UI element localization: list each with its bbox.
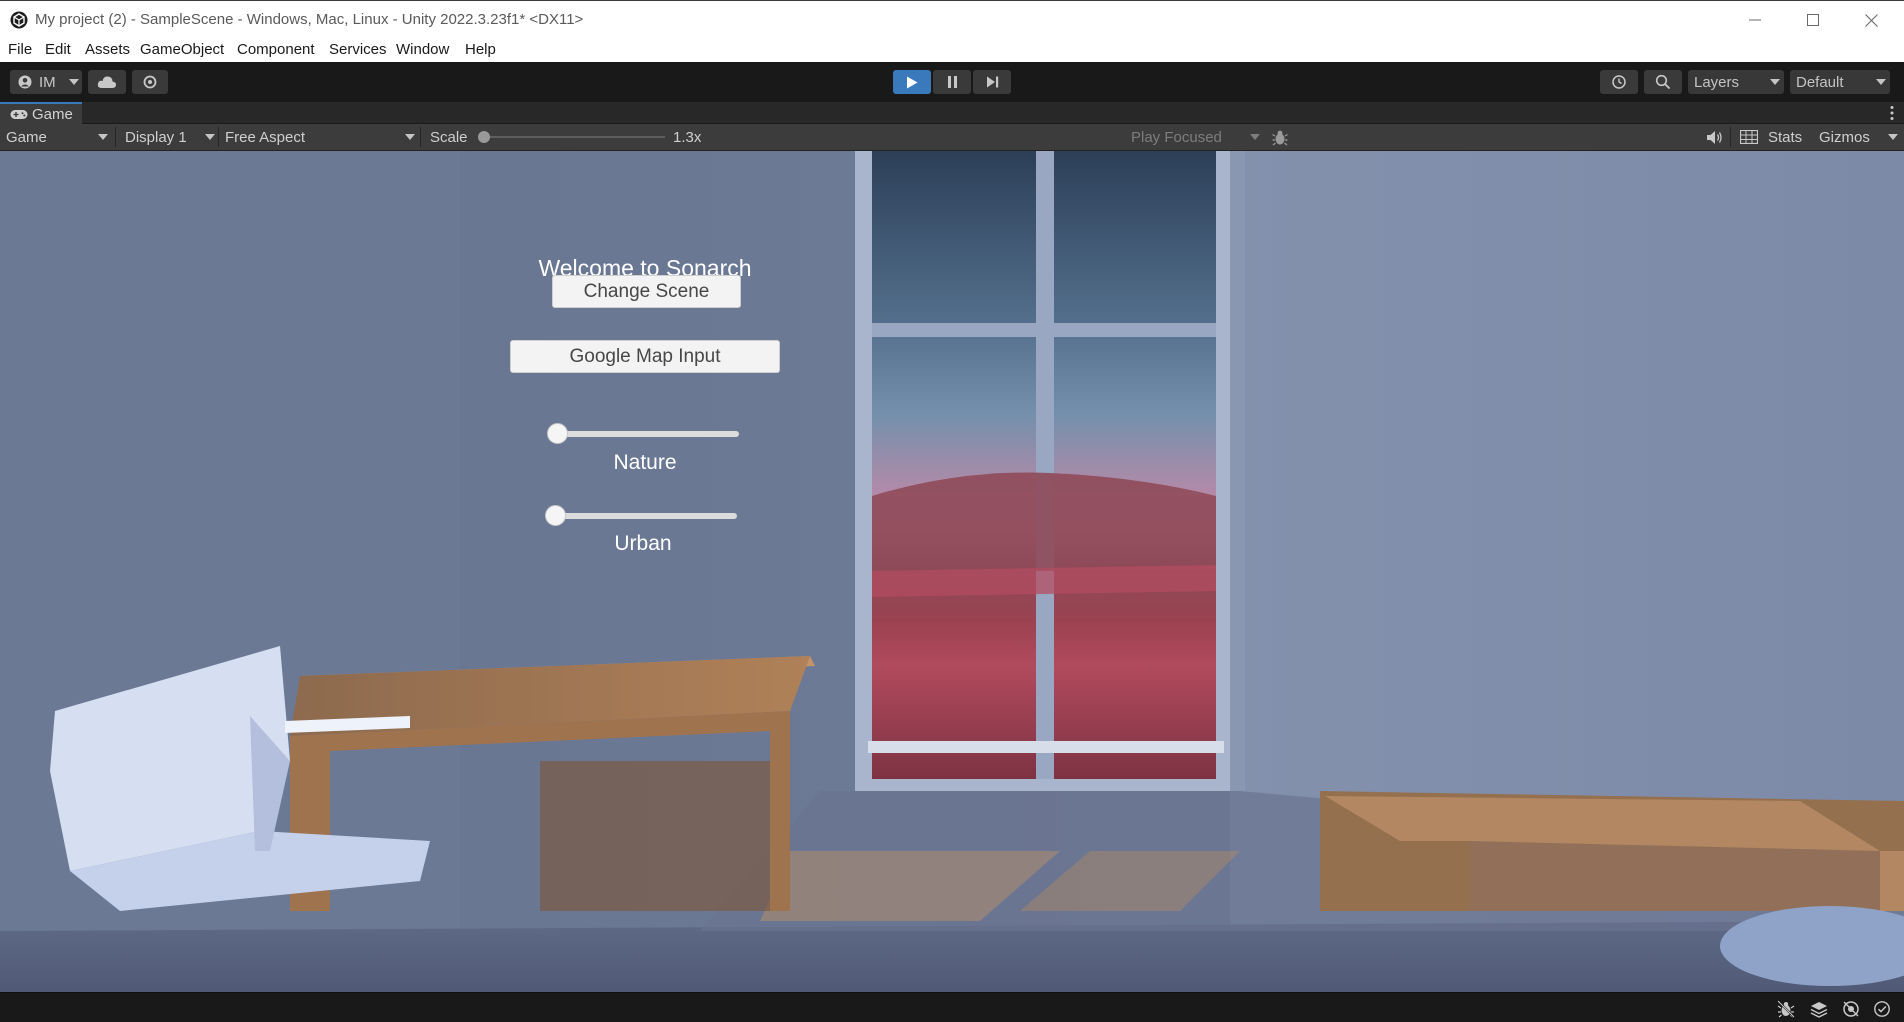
separator (218, 127, 219, 147)
maximize-icon (1807, 14, 1819, 26)
status-bar (0, 992, 1904, 1022)
tab-bar: Game (0, 102, 1904, 124)
slider-handle[interactable] (545, 505, 566, 526)
layers-stack-icon[interactable] (1810, 1000, 1828, 1018)
layers-label: Layers (1694, 73, 1740, 91)
scale-slider-handle[interactable] (478, 131, 490, 143)
account-icon (18, 75, 32, 89)
search-button[interactable] (1644, 70, 1682, 94)
view-mode-dropdown[interactable]: Game (6, 124, 112, 150)
slider-track (549, 513, 737, 519)
urban-slider-label: Urban (614, 532, 672, 555)
close-icon (1864, 13, 1878, 27)
cloud-button[interactable] (88, 70, 126, 94)
google-map-input-button[interactable]: Google Map Input (510, 340, 780, 373)
window-title: My project (2) - SampleScene - Windows, … (35, 11, 584, 28)
play-mode-label: Play Focused (1131, 128, 1222, 146)
nature-slider[interactable] (547, 423, 739, 445)
menu-bar: File Edit Assets GameObject Component Se… (0, 38, 1904, 62)
menu-help[interactable]: Help (465, 41, 496, 58)
window-title-bar[interactable]: My project (2) - SampleScene - Windows, … (0, 0, 1904, 38)
room-scene-render (0, 151, 1904, 992)
play-icon (907, 76, 918, 88)
play-button[interactable] (893, 70, 931, 94)
debug-bug-icon[interactable] (1777, 1000, 1795, 1018)
search-icon (1655, 74, 1671, 90)
account-dropdown[interactable]: IM (10, 70, 82, 94)
minimize-button[interactable] (1726, 1, 1784, 39)
menu-component[interactable]: Component (237, 41, 315, 58)
display-dropdown[interactable]: Display 1 (125, 124, 215, 150)
tab-game-label: Game (32, 105, 73, 123)
slider-track (551, 431, 739, 437)
undo-history-button[interactable] (1600, 70, 1638, 94)
menu-services[interactable]: Services (329, 41, 387, 58)
close-button[interactable] (1842, 1, 1900, 39)
menu-gameobject[interactable]: GameObject (140, 41, 224, 58)
main-toolbar: IM Layers Default (0, 62, 1904, 102)
shortcuts-grid-icon[interactable] (1740, 130, 1758, 144)
chevron-down-icon (69, 79, 79, 85)
menu-file[interactable]: File (8, 41, 32, 58)
scale-slider-track[interactable] (480, 136, 665, 138)
pause-icon (947, 76, 957, 88)
mute-audio-icon[interactable] (1706, 130, 1723, 145)
aspect-label: Free Aspect (225, 128, 306, 146)
nature-slider-label: Nature (613, 451, 677, 474)
menu-assets[interactable]: Assets (85, 41, 130, 58)
pause-button[interactable] (933, 70, 971, 94)
play-mode-dropdown[interactable]: Play Focused (1131, 124, 1261, 150)
unity-logo-icon (10, 11, 28, 29)
separator (1730, 127, 1731, 147)
aspect-dropdown[interactable]: Free Aspect (225, 124, 417, 150)
menu-edit[interactable]: Edit (45, 41, 71, 58)
scale-label: Scale (430, 128, 468, 146)
cache-server-icon[interactable] (1842, 1000, 1860, 1018)
cloud-icon (97, 76, 117, 88)
history-icon (1612, 75, 1626, 89)
bug-icon[interactable] (1272, 129, 1288, 146)
stats-button[interactable]: Stats (1768, 124, 1802, 150)
layout-dropdown[interactable]: Default (1790, 70, 1890, 94)
chevron-down-icon (1876, 79, 1886, 85)
display-label: Display 1 (125, 128, 187, 146)
gear-icon (143, 75, 157, 89)
chevron-down-icon (98, 134, 108, 140)
layers-dropdown[interactable]: Layers (1688, 70, 1784, 94)
chevron-down-icon (1250, 134, 1260, 140)
scale-value: 1.3x (673, 128, 702, 146)
account-label: IM (39, 73, 56, 91)
chevron-down-icon (1770, 79, 1780, 85)
view-mode-label: Game (6, 128, 47, 146)
services-button[interactable] (132, 70, 168, 94)
change-scene-button[interactable]: Change Scene (552, 275, 741, 308)
more-options-icon[interactable] (1890, 105, 1894, 121)
chevron-down-icon (205, 134, 215, 140)
urban-slider[interactable] (545, 505, 737, 527)
tab-game[interactable]: Game (0, 102, 82, 124)
minimize-icon (1749, 19, 1761, 21)
chevron-down-icon (1888, 134, 1898, 140)
game-viewport[interactable]: Welcome to Sonarch Change Scene Google M… (0, 151, 1904, 992)
layout-label: Default (1796, 73, 1844, 91)
slider-handle[interactable] (547, 423, 568, 444)
separator (420, 127, 421, 147)
gamepad-icon (10, 109, 28, 119)
step-button[interactable] (973, 70, 1011, 94)
gizmos-label: Gizmos (1819, 128, 1870, 146)
maximize-button[interactable] (1784, 1, 1842, 39)
separator (115, 127, 116, 147)
gizmos-dropdown[interactable]: Gizmos (1819, 124, 1901, 150)
chevron-down-icon (405, 134, 415, 140)
game-view-toolbar: Game Display 1 Free Aspect Scale 1.3x Pl… (0, 124, 1904, 151)
menu-window[interactable]: Window (396, 41, 449, 58)
check-circle-icon[interactable] (1873, 1000, 1891, 1018)
step-icon (986, 76, 998, 88)
